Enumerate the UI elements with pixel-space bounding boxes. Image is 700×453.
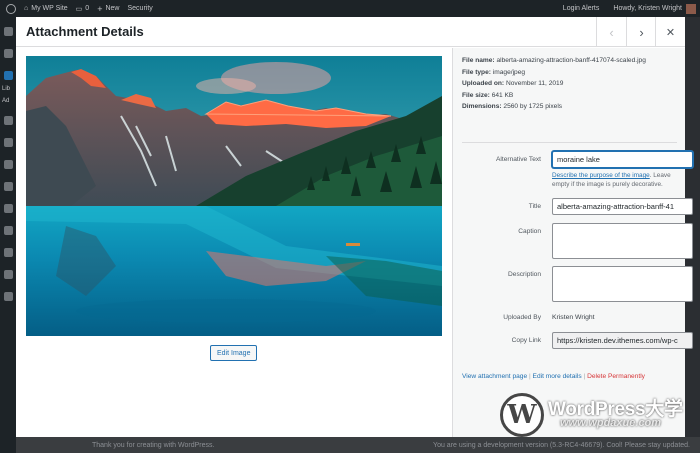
previous-button[interactable]: ‹ [596, 17, 626, 47]
pin-icon[interactable] [3, 49, 13, 58]
copy-link-input[interactable]: https://kristen.dev.ithemes.com/wp-c [552, 332, 693, 349]
file-type-row: File type: image/jpeg [462, 67, 677, 79]
uploaded-by-label: Uploaded By [503, 314, 541, 321]
alt-text-input[interactable]: moraine lake [552, 151, 693, 168]
file-size-row: File size: 641 KB [462, 90, 677, 102]
new-content-link[interactable]: + New [97, 4, 119, 14]
security-label: Security [127, 5, 153, 12]
modal-title: Attachment Details [26, 24, 144, 39]
pages-icon[interactable] [3, 116, 13, 125]
login-alerts-link[interactable]: Login Alerts [563, 5, 600, 12]
chevron-right-icon: › [639, 24, 644, 40]
wordpress-logo-icon[interactable] [6, 3, 16, 14]
comments-icon[interactable] [3, 138, 13, 147]
users-icon[interactable] [3, 204, 13, 213]
comments-count: 0 [85, 5, 90, 12]
file-meta: File name: alberta-amazing-attraction-ba… [462, 55, 677, 113]
media-icon[interactable] [3, 71, 13, 80]
separator-2: | [583, 373, 586, 380]
delete-permanently-link[interactable]: Delete Permanently [587, 373, 645, 380]
divider [462, 142, 677, 143]
uploaded-on-row: Uploaded on: November 11, 2019 [462, 78, 677, 90]
avatar[interactable] [686, 3, 696, 14]
image-preview-pane: Edit Image [16, 48, 452, 437]
collapse-icon[interactable] [3, 292, 13, 301]
file-size-value: 641 KB [491, 91, 514, 99]
file-name-label: File name: [462, 57, 495, 64]
description-label: Description [508, 271, 541, 278]
dashboard-icon[interactable] [3, 27, 13, 36]
title-input[interactable]: alberta-amazing-attraction-banff-41 [552, 198, 693, 215]
plus-icon: + [97, 3, 103, 14]
admin-sidebar: Lib Ad [0, 17, 16, 453]
edit-image-button[interactable]: Edit Image [210, 345, 258, 361]
admin-bar: ⌂ My WP Site ▭ 0 + New Security Login Al… [0, 0, 700, 17]
separator-1: | [528, 373, 531, 380]
title-label: Title [528, 203, 541, 210]
site-name-link[interactable]: ⌂ My WP Site [24, 5, 68, 12]
plugins-icon[interactable] [3, 182, 13, 191]
close-button[interactable]: ✕ [655, 17, 685, 47]
footer-thanks: Thank you for creating with WordPress. [92, 441, 215, 449]
settings-icon[interactable] [3, 248, 13, 257]
file-type-value: image/jpeg [492, 68, 526, 76]
tools-icon[interactable] [3, 226, 13, 235]
new-label: New [105, 5, 120, 12]
security-menu[interactable]: Security [127, 5, 152, 12]
watermark: W WordPress大学 www.wpdaxue.com [500, 393, 695, 437]
view-attachment-link[interactable]: View attachment page [462, 373, 527, 380]
file-name-value: alberta-amazing-attraction-banff-417074-… [496, 57, 646, 64]
comments-link[interactable]: ▭ 0 [76, 5, 90, 13]
attachment-details-sidebar: File name: alberta-amazing-attraction-ba… [452, 48, 693, 437]
attachment-actions: View attachment page | Edit more details… [462, 373, 645, 380]
greeting-link[interactable]: Howdy, Kristen Wright [613, 5, 682, 12]
alt-text-help-link[interactable]: Describe the purpose of the image [552, 172, 650, 179]
appearance-icon[interactable] [3, 160, 13, 169]
copy-link-label: Copy Link [511, 337, 541, 344]
next-button[interactable]: › [626, 17, 656, 47]
comment-icon: ▭ [75, 5, 83, 13]
uploaded-on-value: November 11, 2019 [505, 80, 564, 87]
footer-version: You are using a development version (5.3… [433, 441, 690, 449]
file-size-label: File size: [462, 91, 490, 99]
watermark-url: www.wpdaxue.com [560, 417, 662, 429]
dimensions-row: Dimensions: 2560 by 1725 pixels [462, 101, 677, 113]
close-icon: ✕ [665, 26, 676, 39]
edit-details-link[interactable]: Edit more details [533, 373, 582, 380]
alt-text-help: Describe the purpose of the image. Leave… [552, 171, 686, 189]
dimensions-value: 2560 by 1725 pixels [503, 103, 563, 110]
modal-header: Attachment Details ‹ › ✕ [16, 17, 685, 47]
file-name-row: File name: alberta-amazing-attraction-ba… [462, 55, 677, 67]
caption-label: Caption [518, 228, 541, 235]
file-type-label: File type: [462, 68, 491, 76]
site-name-label: My WP Site [31, 5, 68, 12]
home-icon: ⌂ [24, 5, 29, 12]
admin-footer: Thank you for creating with WordPress. Y… [16, 437, 700, 453]
uploaded-on-label: Uploaded on: [462, 80, 505, 87]
watermark-logo-letter: W [507, 400, 537, 430]
security-icon[interactable] [3, 270, 13, 279]
wordpress-watermark-logo-icon: W [500, 393, 544, 437]
sidebar-partial-label-2[interactable]: Ad [2, 98, 16, 104]
description-textarea[interactable] [552, 266, 693, 302]
caption-textarea[interactable] [552, 223, 693, 259]
dimensions-label: Dimensions: [462, 103, 502, 110]
chevron-left-icon: ‹ [609, 24, 614, 40]
attachment-image [26, 56, 442, 336]
sidebar-partial-label-1[interactable]: Lib [2, 86, 16, 92]
uploaded-by-value: Kristen Wright [552, 314, 595, 321]
alt-text-label: Alternative Text [496, 156, 541, 163]
attachment-details-modal: Attachment Details ‹ › ✕ Edit Image File… [16, 17, 693, 437]
